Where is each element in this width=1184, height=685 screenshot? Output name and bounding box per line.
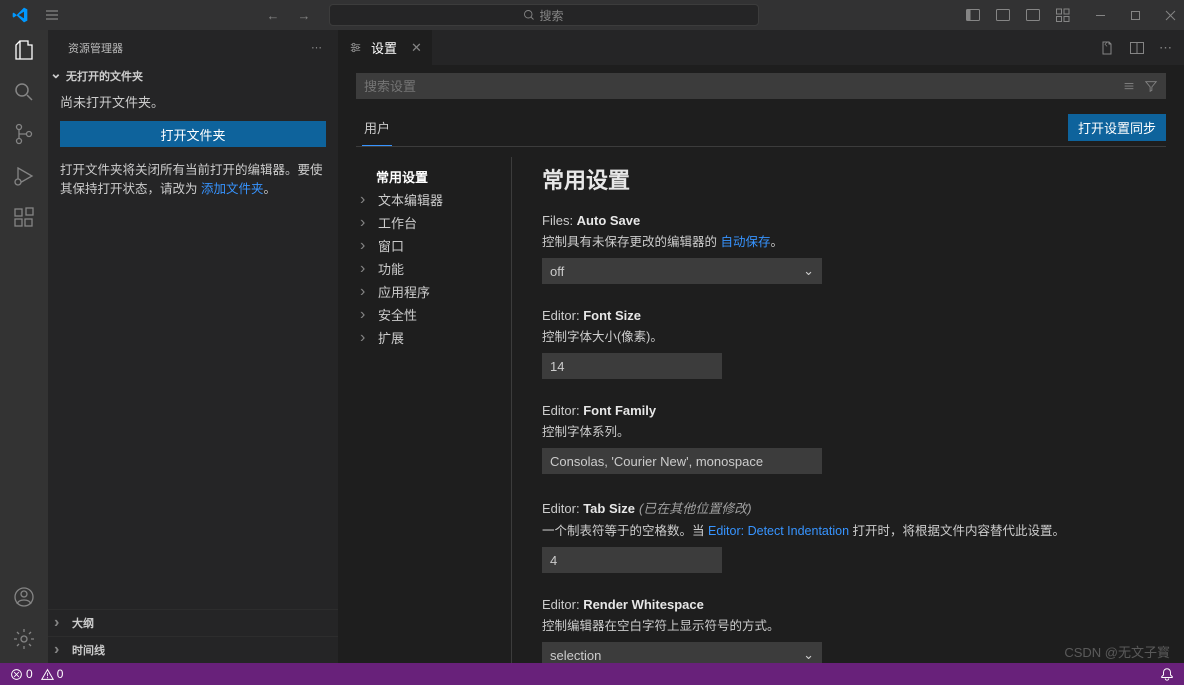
toc-item-security[interactable]: 安全性: [356, 303, 511, 326]
toc-item-application[interactable]: 应用程序: [356, 280, 511, 303]
whitespace-dropdown[interactable]: selection⌄: [542, 642, 822, 663]
settings-search-box[interactable]: [356, 73, 1166, 99]
nav-back-icon[interactable]: ←: [267, 8, 280, 23]
filter-icon[interactable]: [1144, 79, 1158, 93]
autosave-link[interactable]: 自动保存: [720, 235, 770, 249]
open-folder-button[interactable]: 打开文件夹: [60, 121, 326, 147]
autosave-dropdown[interactable]: off⌄: [542, 258, 822, 284]
status-errors[interactable]: 0: [10, 667, 33, 681]
titlebar: ← → 搜索: [0, 0, 1184, 30]
settings-tab-icon: [348, 40, 363, 55]
minimize-icon[interactable]: [1095, 10, 1106, 21]
tab-settings[interactable]: 设置 ✕: [338, 30, 433, 65]
activity-bar: [0, 30, 48, 663]
open-settings-sync-button[interactable]: 打开设置同步: [1068, 114, 1166, 141]
vscode-logo-icon: [8, 3, 32, 27]
toggle-panel-bottom-icon[interactable]: [995, 7, 1011, 23]
status-notifications-icon[interactable]: [1160, 667, 1174, 681]
setting-editor-fontfamily: Editor: Font Family 控制字体系列。: [542, 403, 1146, 474]
fontsize-input[interactable]: [542, 353, 722, 379]
status-warnings[interactable]: 0: [41, 667, 64, 681]
tabs-row: 设置 ✕ ⋯: [338, 30, 1184, 65]
fontfamily-input[interactable]: [542, 448, 822, 474]
open-settings-json-icon[interactable]: [1099, 40, 1115, 56]
command-center-search[interactable]: 搜索: [329, 4, 759, 26]
accounts-icon[interactable]: [12, 585, 36, 609]
clear-search-icon[interactable]: [1122, 79, 1136, 93]
sidebar-more-icon[interactable]: ⋯: [311, 41, 322, 54]
sidebar-hint: 打开文件夹将关闭所有当前打开的编辑器。要使其保持打开状态，请改为 添加文件夹。: [60, 161, 326, 199]
menu-icon[interactable]: [44, 7, 60, 23]
run-debug-icon[interactable]: [12, 164, 36, 188]
tabsize-input[interactable]: [542, 547, 722, 573]
chevron-down-icon: ⌄: [803, 647, 814, 663]
toggle-panel-right-icon[interactable]: [1025, 7, 1041, 23]
toc-item-extensions[interactable]: 扩展: [356, 326, 511, 349]
explorer-sidebar: 资源管理器 ⋯ 无打开的文件夹 尚未打开文件夹。 打开文件夹 打开文件夹将关闭所…: [48, 30, 338, 663]
setting-files-autosave: Files: Auto Save 控制具有未保存更改的编辑器的 自动保存。 of…: [542, 213, 1146, 284]
sidebar-section-timeline[interactable]: 时间线: [48, 636, 338, 663]
settings-heading: 常用设置: [542, 163, 1146, 195]
editor-more-icon[interactable]: ⋯: [1159, 40, 1172, 56]
tab-close-icon[interactable]: ✕: [411, 40, 422, 56]
chevron-down-icon: ⌄: [803, 263, 814, 279]
sidebar-section-outline[interactable]: 大纲: [48, 609, 338, 636]
scope-tab-user[interactable]: 用户: [362, 113, 392, 146]
settings-gear-icon[interactable]: [12, 627, 36, 651]
customize-layout-icon[interactable]: [1055, 7, 1071, 23]
no-folder-message: 尚未打开文件夹。: [60, 92, 326, 111]
setting-editor-tabsize: Editor: Tab Size(已在其他位置修改) 一个制表符等于的空格数。当…: [542, 498, 1146, 573]
settings-content[interactable]: 常用设置 Files: Auto Save 控制具有未保存更改的编辑器的 自动保…: [511, 157, 1166, 663]
search-placeholder: 搜索: [539, 7, 563, 24]
maximize-icon[interactable]: [1130, 10, 1141, 21]
sidebar-section-label: 无打开的文件夹: [66, 68, 143, 84]
statusbar: 0 0: [0, 663, 1184, 685]
sidebar-title: 资源管理器: [68, 40, 123, 56]
sidebar-section-folders[interactable]: 无打开的文件夹: [48, 65, 338, 86]
source-control-icon[interactable]: [12, 122, 36, 146]
setting-editor-whitespace: Editor: Render Whitespace 控制编辑器在空白字符上显示符…: [542, 597, 1146, 663]
tab-label: 设置: [371, 38, 397, 57]
setting-editor-fontsize: Editor: Font Size 控制字体大小(像素)。: [542, 308, 1146, 379]
nav-forward-icon[interactable]: →: [298, 8, 311, 23]
detect-indentation-link[interactable]: Editor: Detect Indentation: [708, 524, 849, 538]
split-editor-icon[interactable]: [1129, 40, 1145, 56]
search-activity-icon[interactable]: [12, 80, 36, 104]
extensions-icon[interactable]: [12, 206, 36, 230]
toc-item-window[interactable]: 窗口: [356, 234, 511, 257]
toc-item-common[interactable]: 常用设置: [356, 165, 511, 188]
close-icon[interactable]: [1165, 10, 1176, 21]
toc-item-workbench[interactable]: 工作台: [356, 211, 511, 234]
toc-item-features[interactable]: 功能: [356, 257, 511, 280]
explorer-icon[interactable]: [12, 38, 36, 62]
editor-area: 设置 ✕ ⋯ 用户 打开设置同步: [338, 30, 1184, 663]
toc-item-text-editor[interactable]: 文本编辑器: [356, 188, 511, 211]
toggle-panel-left-icon[interactable]: [965, 7, 981, 23]
add-folder-link[interactable]: 添加文件夹: [201, 182, 264, 196]
settings-search-input[interactable]: [364, 79, 1122, 94]
settings-toc: 常用设置 文本编辑器 工作台 窗口 功能 应用程序 安全性 扩展: [356, 157, 511, 663]
